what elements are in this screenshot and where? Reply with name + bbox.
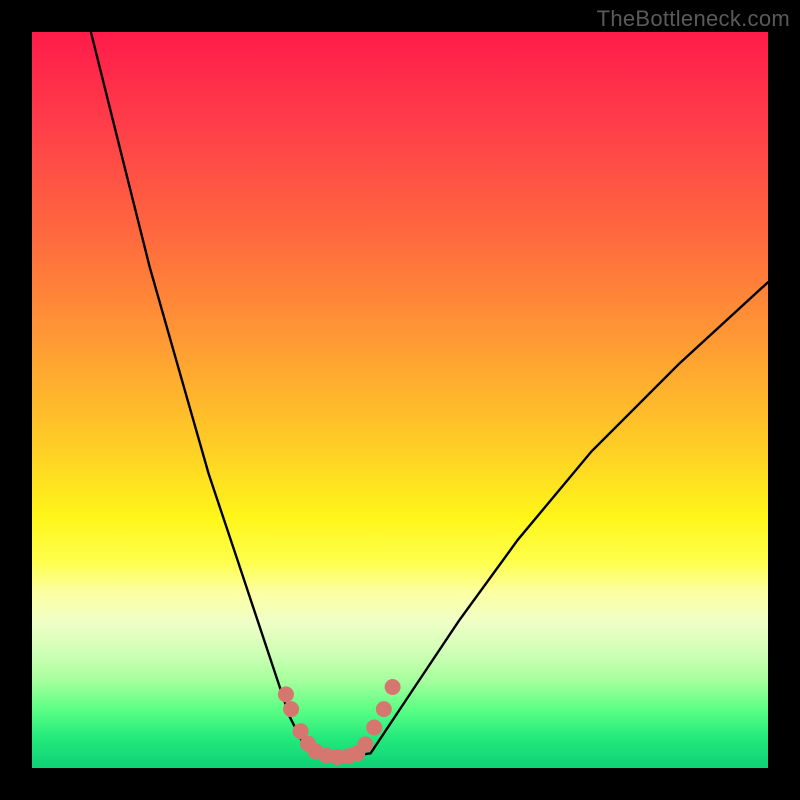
valley-marker — [385, 679, 401, 695]
plot-area — [32, 32, 768, 768]
curve-layer — [91, 32, 768, 757]
bottleneck-curve — [91, 32, 768, 757]
valley-marker — [278, 686, 294, 702]
watermark-text: TheBottleneck.com — [597, 6, 790, 32]
valley-marker — [376, 701, 392, 717]
marker-layer — [278, 679, 401, 765]
valley-marker — [283, 701, 299, 717]
valley-marker — [366, 720, 382, 736]
outer-frame: TheBottleneck.com — [0, 0, 800, 800]
valley-marker — [357, 736, 373, 752]
chart-svg — [32, 32, 768, 768]
